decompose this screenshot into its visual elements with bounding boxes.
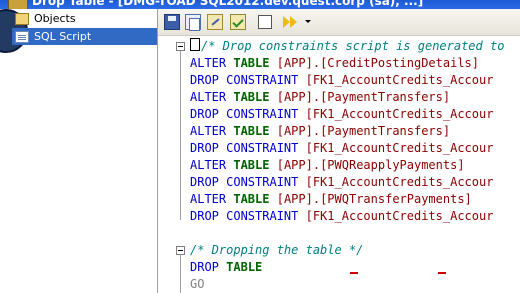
object-name: [APP].[PWQTransferPayments] [276, 192, 472, 206]
sql-editor[interactable]: /* Drop constraints script is generated … [158, 36, 520, 293]
tree-item-label: Objects [34, 12, 76, 25]
keyword-table: TABLE [233, 56, 270, 70]
code-line: GO [190, 276, 204, 293]
code-line: DROP CONSTRAINT [FK1_AccountCredits_Acco… [190, 208, 493, 225]
keyword: DROP CONSTRAINT [190, 73, 299, 87]
object-name: [APP].[PWQReapplyPayments] [276, 158, 465, 172]
fold-guide [180, 254, 181, 293]
app-icon [8, 0, 28, 9]
keyword-table: TABLE [226, 260, 263, 274]
keyword: ALTER [190, 56, 227, 70]
error-squiggle [350, 272, 358, 274]
keyword-table: TABLE [233, 124, 270, 138]
code-line: ALTER TABLE [APP].[PaymentTransfers] [190, 89, 450, 106]
keyword-table: TABLE [233, 90, 270, 104]
keyword-table: TABLE [233, 192, 270, 206]
object-name: [FK1_AccountCredits_Accour [305, 209, 494, 223]
code-line: DROP CONSTRAINT [FK1_AccountCredits_Acco… [190, 72, 493, 89]
text-cursor [190, 38, 200, 51]
go-statement: GO [190, 277, 205, 291]
code-line: /* Drop constraints script is generated … [190, 38, 504, 55]
keyword: DROP [190, 260, 219, 274]
keyword: DROP CONSTRAINT [190, 175, 299, 189]
code-line: DROP CONSTRAINT [FK1_AccountCredits_Acco… [190, 106, 493, 123]
objects-icon [15, 12, 29, 25]
window-title: Drop Table - [DMG-TOAD SQL2012.dev.quest… [32, 0, 424, 8]
tree-item-objects[interactable]: Objects [12, 10, 76, 27]
keyword: DROP CONSTRAINT [190, 209, 299, 223]
code-line: DROP TABLE [190, 259, 262, 276]
keyword: ALTER [190, 158, 227, 172]
title-bar: Drop Table - [DMG-TOAD SQL2012.dev.quest… [0, 0, 520, 9]
comment-text: /* Drop constraints script is generated … [201, 39, 505, 53]
toolbar [158, 9, 520, 36]
checkbox-icon[interactable] [258, 15, 272, 29]
code-line: DROP CONSTRAINT [FK1_AccountCredits_Acco… [190, 174, 493, 191]
code-line: /* Dropping the table */ [190, 242, 363, 259]
navigation-tree: Objects SQL Script [0, 9, 158, 293]
execute-icon[interactable] [282, 14, 300, 30]
object-name: [APP].[PaymentTransfers] [276, 90, 451, 104]
save-icon[interactable] [164, 14, 180, 30]
check-syntax-icon[interactable] [230, 14, 246, 30]
error-squiggle [438, 272, 446, 274]
keyword: DROP CONSTRAINT [190, 141, 299, 155]
object-name: [APP].[CreditPostingDetails] [276, 56, 480, 70]
keyword-table: TABLE [233, 158, 270, 172]
code-line: ALTER TABLE [APP].[CreditPostingDetails] [190, 55, 479, 72]
keyword: ALTER [190, 192, 227, 206]
object-name: [FK1_AccountCredits_Accour [305, 175, 494, 189]
fold-guide [180, 50, 181, 220]
collapse-icon[interactable] [176, 42, 185, 51]
object-name: [FK1_AccountCredits_Accour [305, 107, 494, 121]
object-name: [FK1_AccountCredits_Accour [305, 73, 494, 87]
sql-script-icon [15, 30, 29, 43]
edit-script-icon[interactable] [207, 14, 223, 30]
keyword: ALTER [190, 90, 227, 104]
tree-item-label: SQL Script [34, 30, 92, 43]
comment-text: /* Dropping the table */ [190, 243, 364, 257]
keyword: DROP CONSTRAINT [190, 107, 299, 121]
tree-item-sql-script[interactable]: SQL Script [12, 28, 157, 45]
code-line: ALTER TABLE [APP].[PWQTransferPayments] [190, 191, 472, 208]
object-name: [FK1_AccountCredits_Accour [305, 141, 494, 155]
keyword: ALTER [190, 124, 227, 138]
copy-icon[interactable] [185, 14, 201, 31]
collapse-icon[interactable] [176, 246, 185, 255]
chevron-down-icon[interactable] [304, 14, 312, 30]
code-line: ALTER TABLE [APP].[PWQReapplyPayments] [190, 157, 465, 174]
code-line: ALTER TABLE [APP].[PaymentTransfers] [190, 123, 450, 140]
object-name: [APP].[PaymentTransfers] [276, 124, 451, 138]
code-line: DROP CONSTRAINT [FK1_AccountCredits_Acco… [190, 140, 493, 157]
